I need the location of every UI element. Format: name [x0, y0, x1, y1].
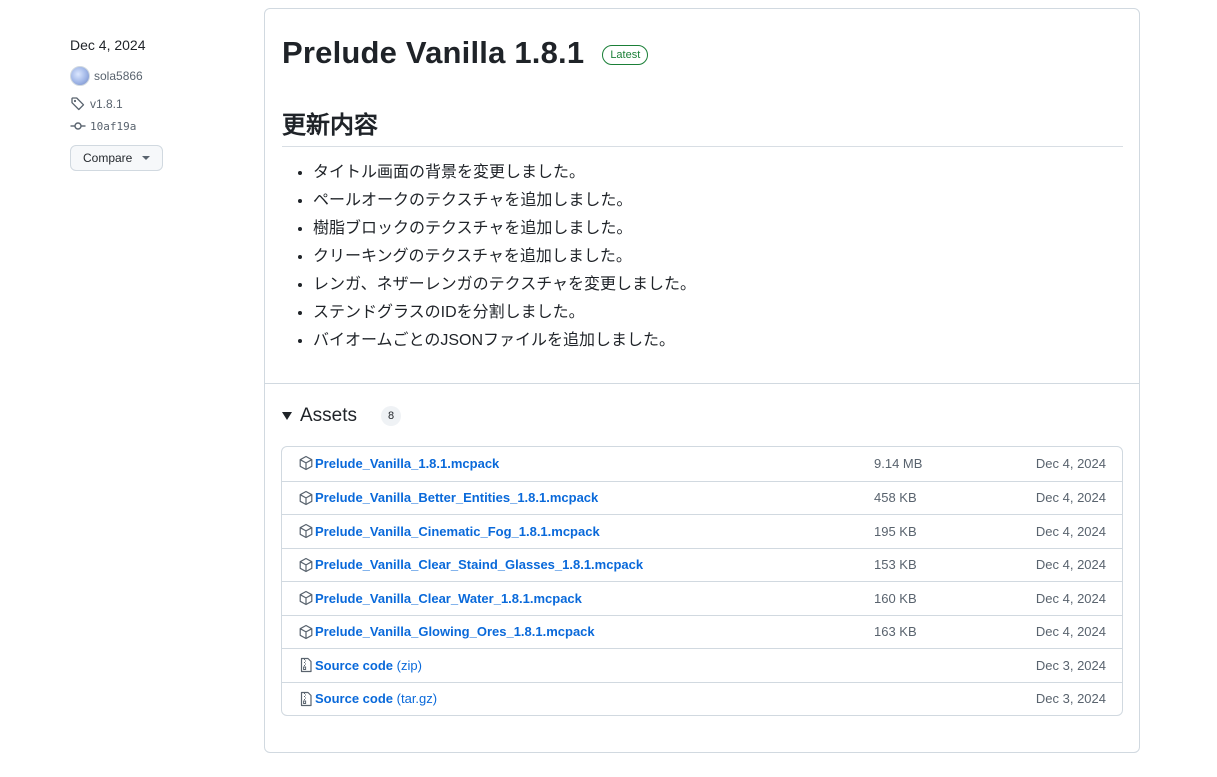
author-name[interactable]: sola5866 — [94, 69, 143, 83]
assets-toggle[interactable]: Assets 8 — [282, 405, 402, 427]
compare-label: Compare — [83, 151, 133, 165]
asset-size: 163 KB — [874, 624, 917, 640]
list-item: タイトル画面の背景を変更しました。 — [313, 159, 1123, 187]
list-item: ステンドグラスのIDを分割しました。 — [313, 299, 1123, 327]
asset-size: 160 KB — [874, 590, 917, 606]
release-meta: Dec 4, 2024 sola5866 v1.8.1 10af19a Comp… — [70, 35, 240, 171]
asset-row: Source code (zip) Dec 3, 2024 — [282, 648, 1122, 682]
asset-download-link[interactable]: Prelude_Vanilla_Glowing_Ores_1.8.1.mcpac… — [315, 624, 595, 639]
asset-download-link[interactable]: Prelude_Vanilla_Clear_Staind_Glasses_1.8… — [315, 557, 643, 572]
package-icon — [298, 490, 314, 506]
asset-row: Prelude_Vanilla_Clear_Water_1.8.1.mcpack… — [282, 581, 1122, 615]
release-notes: タイトル画面の背景を変更しました。 ペールオークのテクスチャを追加しました。 樹… — [282, 159, 1123, 355]
commit-link[interactable]: 10af19a — [70, 117, 240, 135]
asset-row: Source code (tar.gz) Dec 3, 2024 — [282, 681, 1122, 716]
package-icon — [298, 557, 314, 573]
assets-title: Assets — [300, 405, 358, 426]
asset-date: Dec 4, 2024 — [1035, 523, 1106, 539]
list-item: クリーキングのテクスチャを追加しました。 — [313, 243, 1123, 271]
asset-size: 153 KB — [874, 557, 917, 573]
file-zip-icon — [298, 691, 314, 707]
tag-name[interactable]: v1.8.1 — [90, 97, 123, 111]
release-title[interactable]: Prelude Vanilla 1.8.1 — [282, 35, 584, 71]
git-commit-icon — [70, 118, 86, 134]
list-item: 樹脂ブロックのテクスチャを追加しました。 — [313, 215, 1123, 243]
asset-date: Dec 4, 2024 — [1035, 456, 1106, 472]
file-zip-icon — [298, 657, 314, 673]
asset-download-link[interactable]: Prelude_Vanilla_Clear_Water_1.8.1.mcpack — [315, 591, 582, 606]
assets-count-badge: 8 — [381, 406, 402, 426]
asset-date: Dec 3, 2024 — [1035, 691, 1106, 707]
release-card: Prelude Vanilla 1.8.1 Latest 更新内容 タイトル画面… — [264, 8, 1140, 753]
asset-date: Dec 4, 2024 — [1035, 590, 1106, 606]
asset-date: Dec 3, 2024 — [1035, 657, 1106, 673]
asset-row: Prelude_Vanilla_Glowing_Ores_1.8.1.mcpac… — [282, 614, 1122, 649]
asset-row: Prelude_Vanilla_Cinematic_Fog_1.8.1.mcpa… — [282, 514, 1122, 548]
triangle-down-icon — [282, 412, 292, 420]
asset-row: Prelude_Vanilla_Clear_Staind_Glasses_1.8… — [282, 547, 1122, 582]
list-item: レンガ、ネザーレンガのテクスチャを変更しました。 — [313, 271, 1123, 299]
asset-download-link[interactable]: Prelude_Vanilla_Cinematic_Fog_1.8.1.mcpa… — [315, 524, 600, 539]
asset-size: 458 KB — [874, 490, 917, 506]
tag-icon — [70, 96, 86, 112]
divider — [265, 383, 1139, 384]
asset-row: Prelude_Vanilla_Better_Entities_1.8.1.mc… — [282, 480, 1122, 515]
asset-date: Dec 4, 2024 — [1035, 490, 1106, 506]
package-icon — [298, 455, 314, 471]
asset-size: 9.14 MB — [874, 456, 923, 472]
author-link[interactable]: sola5866 — [70, 65, 240, 87]
commit-sha[interactable]: 10af19a — [90, 120, 136, 133]
notes-heading: 更新内容 — [282, 105, 1123, 147]
tag-link[interactable]: v1.8.1 — [70, 95, 240, 113]
package-icon — [298, 624, 314, 640]
asset-size: 195 KB — [874, 523, 917, 539]
list-item: バイオームごとのJSONファイルを追加しました。 — [313, 327, 1123, 355]
source-code-targz-link[interactable]: Source code (tar.gz) — [315, 691, 437, 706]
latest-badge: Latest — [602, 45, 649, 65]
assets-list: Prelude_Vanilla_1.8.1.mcpack 9.14 MB Dec… — [281, 446, 1123, 716]
asset-date: Dec 4, 2024 — [1035, 557, 1106, 573]
asset-date: Dec 4, 2024 — [1035, 624, 1106, 640]
package-icon — [298, 523, 314, 539]
avatar[interactable] — [70, 66, 90, 86]
asset-download-link[interactable]: Prelude_Vanilla_1.8.1.mcpack — [315, 456, 499, 471]
release-date: Dec 4, 2024 — [70, 37, 146, 53]
package-icon — [298, 590, 314, 606]
list-item: ペールオークのテクスチャを追加しました。 — [313, 187, 1123, 215]
asset-download-link[interactable]: Prelude_Vanilla_Better_Entities_1.8.1.mc… — [315, 490, 598, 505]
compare-button[interactable]: Compare — [70, 145, 164, 171]
asset-row: Prelude_Vanilla_1.8.1.mcpack 9.14 MB Dec… — [282, 447, 1122, 481]
source-code-zip-link[interactable]: Source code (zip) — [315, 658, 422, 673]
chevron-down-icon — [142, 156, 151, 160]
